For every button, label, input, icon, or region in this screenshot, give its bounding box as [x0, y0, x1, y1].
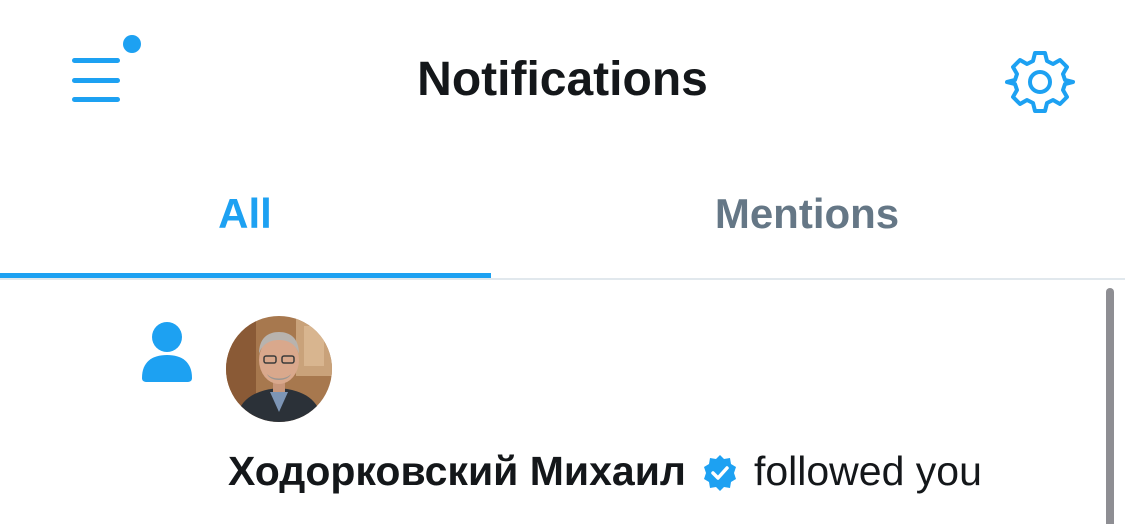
verified-badge-icon [703, 455, 736, 491]
scrollbar[interactable] [1106, 288, 1114, 524]
page-title: Notifications [417, 53, 708, 106]
notifications-screen: Notifications All Mentions Ходорковский … [0, 0, 1125, 524]
notification-action: followed you [753, 448, 982, 494]
settings-button[interactable] [1000, 42, 1080, 122]
avatar-photo [226, 316, 332, 422]
avatar[interactable] [226, 316, 332, 422]
header: Notifications [0, 0, 1125, 160]
gear-icon [1005, 51, 1075, 113]
notification-item[interactable]: Ходорковский Михаил followed you [0, 280, 1125, 524]
tab-mentions[interactable]: Mentions [562, 160, 1052, 280]
tab-bar: All Mentions [0, 160, 1125, 280]
unread-dot [123, 35, 141, 53]
notification-text: Ходорковский Михаил followed you [228, 446, 982, 496]
user-name[interactable]: Ходорковский Михаил [228, 446, 686, 496]
tab-all[interactable]: All [0, 160, 490, 280]
person-icon [142, 322, 192, 382]
